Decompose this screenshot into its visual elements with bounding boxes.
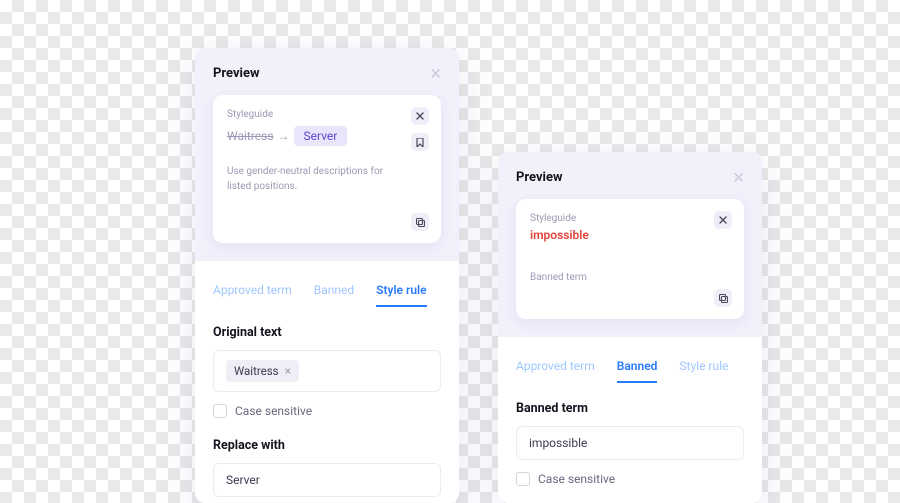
tab-banned[interactable]: Banned: [617, 359, 658, 383]
case-sensitive-row[interactable]: Case sensitive: [213, 404, 441, 418]
banned-term-label: Banned term: [516, 401, 744, 416]
preview-description: Use gender-neutral descriptions for list…: [227, 164, 397, 194]
replace-with-label: Replace with: [213, 438, 441, 453]
original-word-strikethrough: Waitress: [227, 129, 274, 143]
replace-with-input[interactable]: Server: [213, 463, 441, 497]
banned-term-panel: Preview × Styleguide impossible Banned t…: [498, 152, 762, 503]
form-body: Original text Waitress × Case sensitive …: [195, 307, 459, 497]
banned-word-display: impossible: [530, 228, 730, 242]
form-body: Banned term impossible Case sensitive: [498, 383, 762, 486]
replacement-chip: Server: [294, 126, 348, 146]
tab-banned[interactable]: Banned: [314, 283, 354, 307]
banned-term-input[interactable]: impossible: [516, 426, 744, 460]
preview-section: Preview × Styleguide impossible Banned t…: [498, 152, 762, 337]
close-small-icon[interactable]: [714, 211, 732, 229]
case-sensitive-label: Case sensitive: [235, 404, 312, 418]
banned-term-small: Banned term: [530, 272, 730, 283]
original-text-label: Original text: [213, 325, 441, 340]
chip-label: Waitress: [234, 364, 279, 378]
case-sensitive-checkbox[interactable]: [516, 472, 530, 486]
replace-with-value: Server: [226, 473, 260, 487]
close-icon[interactable]: ×: [733, 171, 744, 184]
close-small-icon[interactable]: [411, 107, 429, 125]
copy-icon[interactable]: [714, 289, 732, 307]
tab-bar: Approved term Banned Style rule: [498, 337, 762, 383]
case-sensitive-checkbox[interactable]: [213, 404, 227, 418]
copy-icon[interactable]: [411, 213, 429, 231]
tab-style-rule[interactable]: Style rule: [376, 283, 426, 307]
original-text-chip[interactable]: Waitress ×: [226, 360, 299, 382]
case-sensitive-row[interactable]: Case sensitive: [516, 472, 744, 486]
style-rule-panel: Preview × Styleguide Waitress → Server U…: [195, 48, 459, 503]
tab-approved-term[interactable]: Approved term: [213, 283, 292, 307]
close-icon[interactable]: ×: [430, 67, 441, 80]
preview-title: Preview: [516, 170, 563, 185]
tab-style-rule[interactable]: Style rule: [679, 359, 728, 383]
styleguide-label: Styleguide: [227, 109, 427, 120]
banned-term-value: impossible: [529, 436, 587, 450]
chip-remove-icon[interactable]: ×: [285, 364, 291, 378]
preview-card: Styleguide Waitress → Server Use gender-…: [213, 95, 441, 243]
original-text-input[interactable]: Waitress ×: [213, 350, 441, 392]
arrow-icon: →: [278, 129, 290, 143]
tab-approved-term[interactable]: Approved term: [516, 359, 595, 383]
case-sensitive-label: Case sensitive: [538, 472, 615, 486]
styleguide-label: Styleguide: [530, 213, 730, 224]
tab-bar: Approved term Banned Style rule: [195, 261, 459, 307]
preview-section: Preview × Styleguide Waitress → Server U…: [195, 48, 459, 261]
bookmark-icon[interactable]: [411, 133, 429, 151]
preview-card: Styleguide impossible Banned term: [516, 199, 744, 319]
preview-title: Preview: [213, 66, 260, 81]
